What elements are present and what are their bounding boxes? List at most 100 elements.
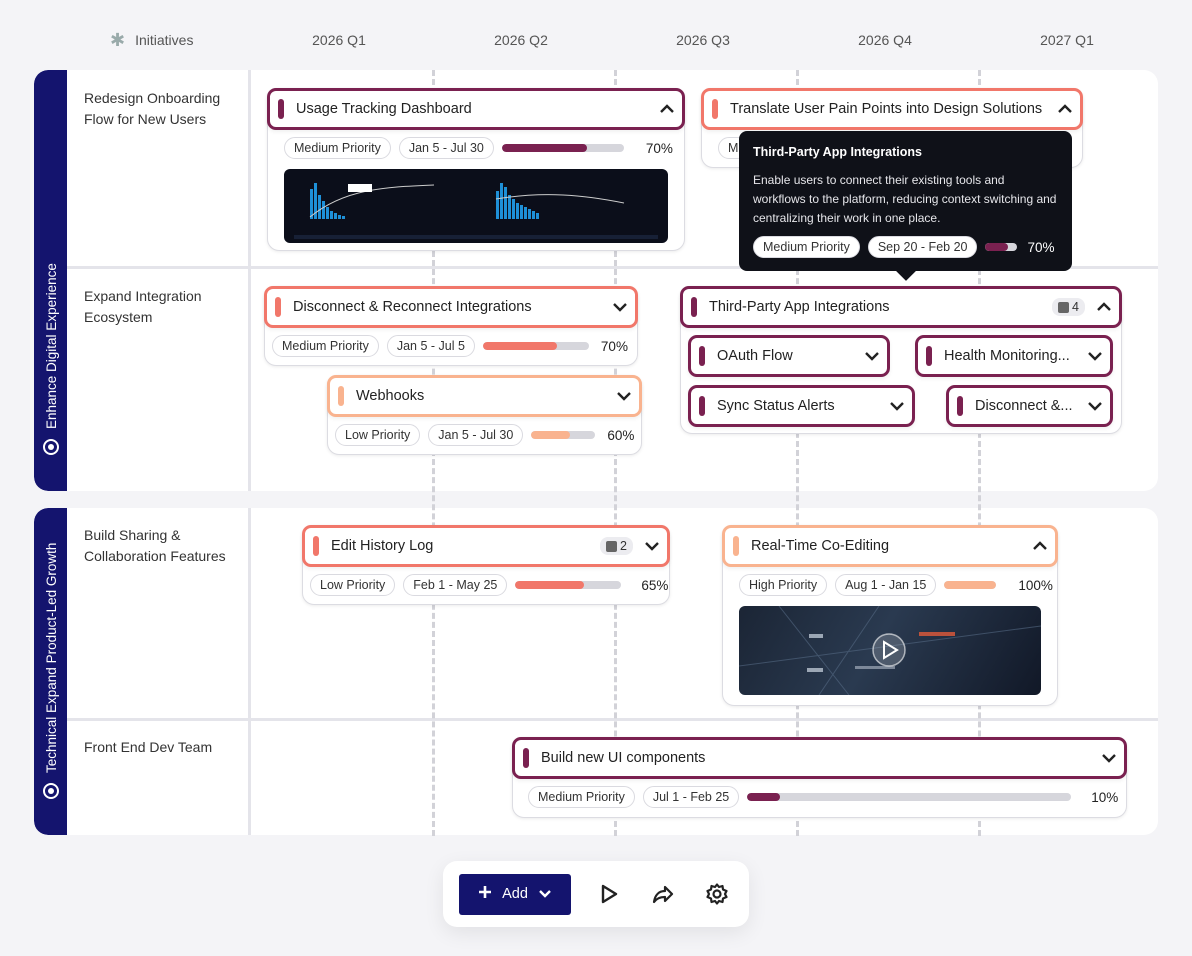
add-label: Add: [502, 886, 528, 902]
item-bar-webhooks[interactable]: Webhooks: [327, 375, 642, 417]
chevron-up-icon[interactable]: [1089, 302, 1119, 312]
chevron-up-icon[interactable]: [1050, 104, 1080, 114]
chevron-down-icon[interactable]: [637, 541, 667, 551]
priority-pill: Medium Priority: [753, 236, 860, 258]
tooltip-description: Enable users to connect their existing t…: [753, 173, 1057, 225]
item-bar-translate-pain-points[interactable]: Translate User Pain Points into Design S…: [701, 88, 1083, 130]
color-pip: [957, 396, 963, 416]
chevron-up-icon[interactable]: [652, 104, 682, 114]
item-meta: High Priority Aug 1 - Jan 15 100%: [739, 574, 1053, 596]
item-title: Edit History Log: [331, 538, 434, 554]
section-bar: Technical Expand Product-Led Growth: [34, 508, 67, 835]
initiative-name[interactable]: Front End Dev Team: [84, 737, 244, 758]
item-title: Disconnect & Reconnect Integrations: [293, 299, 532, 315]
initiatives-label: Initiatives: [135, 32, 194, 48]
progress-percent: 70%: [645, 140, 673, 156]
chevron-down-icon[interactable]: [1080, 351, 1110, 361]
progress-bar: [985, 243, 1018, 251]
item-bar-edit-history-log[interactable]: Edit History Log 2: [302, 525, 670, 567]
subitem-count-badge: 2: [600, 537, 633, 555]
item-bar-third-party-integrations[interactable]: Third-Party App Integrations 4: [680, 286, 1122, 328]
target-icon: [42, 439, 59, 455]
item-title: Third-Party App Integrations: [709, 299, 890, 315]
play-icon[interactable]: [593, 878, 625, 910]
progress-percent: 70%: [1027, 239, 1055, 255]
chevron-down-icon[interactable]: [882, 401, 912, 411]
item-meta: Low Priority Feb 1 - May 25 65%: [310, 574, 668, 596]
quarter-header: 2027 Q1: [1040, 32, 1094, 48]
color-pip: [523, 748, 529, 768]
dashboard-thumbnail-image[interactable]: [284, 169, 668, 243]
initiatives-header: ✱ Initiatives: [110, 28, 193, 52]
bottom-toolbar: Add: [443, 861, 749, 927]
quarter-header: 2026 Q4: [858, 32, 912, 48]
progress-bar: [944, 581, 997, 589]
quarter-header: 2026 Q1: [312, 32, 366, 48]
progress-percent: 70%: [600, 338, 628, 354]
section-bar: Enhance Digital Experience: [34, 70, 67, 491]
item-title: Webhooks: [356, 388, 425, 404]
asterisk-icon: ✱: [110, 30, 126, 50]
progress-bar: [482, 342, 589, 350]
section-title: Technical Expand Product-Led Growth: [43, 542, 58, 773]
priority-pill: Low Priority: [335, 424, 421, 446]
item-bar-build-ui-components[interactable]: Build new UI components: [512, 737, 1127, 779]
progress-bar: [501, 144, 624, 152]
item-title: Disconnect &...: [975, 398, 1073, 414]
item-title: Usage Tracking Dashboard: [296, 101, 472, 117]
divider: [248, 70, 251, 491]
item-title: Real-Time Co-Editing: [751, 538, 890, 554]
chevron-down-icon[interactable]: [857, 351, 887, 361]
item-bar-disconnect-reconnect[interactable]: Disconnect & Reconnect Integrations: [264, 286, 638, 328]
date-pill: Jul 1 - Feb 25: [642, 786, 740, 808]
item-title: Sync Status Alerts: [717, 398, 835, 414]
tooltip-meta: Medium Priority Sep 20 - Feb 20 70%: [753, 236, 1058, 258]
item-bar-usage-tracking[interactable]: Usage Tracking Dashboard: [267, 88, 685, 130]
item-meta: Low Priority Jan 5 - Jul 30 60%: [335, 424, 634, 446]
item-meta: Medium Priority Jan 5 - Jul 30 70%: [284, 137, 673, 159]
share-icon[interactable]: [647, 878, 679, 910]
item-title: Translate User Pain Points into Design S…: [730, 101, 1043, 117]
progress-bar: [531, 431, 596, 439]
color-pip: [275, 297, 281, 317]
quarter-header: 2026 Q2: [494, 32, 548, 48]
chevron-down-icon[interactable]: [605, 302, 635, 312]
subitem-count-badge: 4: [1052, 298, 1085, 316]
divider: [248, 508, 251, 835]
stack-icon: [606, 540, 618, 552]
color-pip: [712, 99, 718, 119]
subitem-disconnect[interactable]: Disconnect &...: [946, 385, 1113, 427]
subitem-health-monitoring[interactable]: Health Monitoring...: [915, 335, 1113, 377]
quarter-header: 2026 Q3: [676, 32, 730, 48]
initiative-name[interactable]: Expand Integration Ecosystem: [84, 286, 244, 328]
priority-pill: Medium Priority: [284, 137, 391, 159]
item-bar-realtime-co-editing[interactable]: Real-Time Co-Editing: [722, 525, 1058, 567]
date-pill: Jan 5 - Jul 30: [398, 137, 494, 159]
progress-percent: 60%: [607, 427, 635, 443]
chevron-down-icon[interactable]: [1094, 753, 1124, 763]
priority-pill: Medium Priority: [528, 786, 635, 808]
color-pip: [278, 99, 284, 119]
color-pip: [699, 396, 705, 416]
date-pill: Sep 20 - Feb 20: [867, 236, 978, 258]
chevron-down-icon[interactable]: [1080, 401, 1110, 411]
initiative-name[interactable]: Build Sharing & Collaboration Features: [84, 525, 244, 567]
priority-pill: Low Priority: [310, 574, 396, 596]
chevron-down-icon[interactable]: [609, 391, 639, 401]
gear-icon[interactable]: [701, 878, 733, 910]
subitem-oauth-flow[interactable]: OAuth Flow: [688, 335, 890, 377]
color-pip: [699, 346, 705, 366]
item-meta: Medium Priority Jan 5 - Jul 5 70%: [272, 335, 628, 357]
color-pip: [338, 386, 344, 406]
subitem-sync-status-alerts[interactable]: Sync Status Alerts: [688, 385, 915, 427]
chevron-up-icon[interactable]: [1025, 541, 1055, 551]
add-button[interactable]: Add: [459, 873, 571, 915]
priority-pill: Medium Priority: [272, 335, 379, 357]
initiative-name[interactable]: Redesign Onboarding Flow for New Users: [84, 88, 244, 130]
color-pip: [691, 297, 697, 317]
date-pill: Jan 5 - Jul 5: [386, 335, 475, 357]
progress-bar: [515, 581, 622, 589]
chevron-down-icon: [538, 886, 552, 902]
video-thumbnail-image[interactable]: [739, 606, 1041, 695]
item-title: OAuth Flow: [717, 348, 793, 364]
